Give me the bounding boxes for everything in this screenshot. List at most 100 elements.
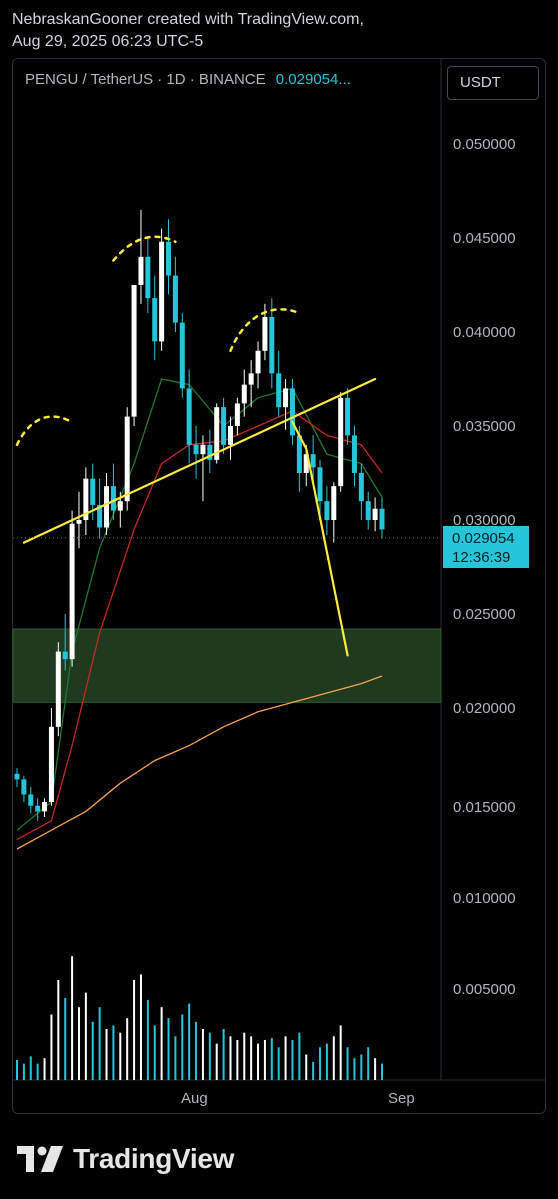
volume-bar xyxy=(325,1043,328,1080)
candle-body xyxy=(48,726,54,802)
candle-body xyxy=(179,322,185,389)
volume-bar xyxy=(112,1025,115,1080)
volume-bar xyxy=(374,1058,377,1080)
candle-body xyxy=(248,373,254,385)
currency-button[interactable]: USDT xyxy=(447,66,539,100)
candle-body xyxy=(138,256,144,285)
volume-bar xyxy=(257,1043,260,1080)
price-axis-tick: 0.040000 xyxy=(453,324,516,341)
neckline-trendline xyxy=(22,377,377,544)
candle-body xyxy=(117,501,123,511)
candle-body xyxy=(221,407,227,445)
demand-zone-box xyxy=(12,628,442,703)
volume-bar xyxy=(201,1029,204,1080)
candle-body xyxy=(55,651,61,727)
volume-bar xyxy=(167,1018,170,1080)
volume-bar xyxy=(360,1054,363,1080)
candle-body xyxy=(255,350,261,374)
price-axis-tick: 0.015000 xyxy=(453,799,516,816)
volume-bar xyxy=(353,1058,356,1080)
volume-bar xyxy=(298,1032,301,1080)
volume-bar xyxy=(236,1039,239,1080)
symbol-legend: PENGU / TetherUS · 1D · BINANCE 0.029054… xyxy=(25,71,351,88)
candle-body xyxy=(186,388,192,445)
candle-body xyxy=(289,388,295,436)
volume-bar xyxy=(346,1047,349,1080)
candle-body xyxy=(90,478,96,505)
volume-bar xyxy=(215,1043,218,1080)
candle-body xyxy=(42,802,48,812)
volume-bar xyxy=(139,974,142,1080)
candle-body xyxy=(262,316,268,351)
volume-bar xyxy=(174,1036,177,1080)
candle-body xyxy=(159,241,165,342)
volume-bar xyxy=(195,1021,198,1080)
volume-bar xyxy=(229,1036,232,1080)
candle-body xyxy=(310,454,316,468)
volume-bar xyxy=(57,979,60,1080)
candle-body xyxy=(166,241,172,276)
volume-bar xyxy=(291,1039,294,1080)
volume-bar xyxy=(208,1032,211,1080)
tradingview-logo[interactable]: TradingView xyxy=(17,1142,234,1176)
candle-body xyxy=(269,316,275,374)
bar-countdown: 12:36:39 xyxy=(452,549,511,566)
candle-body xyxy=(372,508,378,520)
volume-bar xyxy=(84,992,87,1080)
volume-bar xyxy=(36,1063,39,1080)
brand-name: TradingView xyxy=(73,1143,235,1174)
candle-body xyxy=(365,501,371,520)
candle-body xyxy=(110,486,116,511)
volume-bar xyxy=(284,1036,287,1080)
candle-body xyxy=(131,285,137,417)
candle-body xyxy=(276,373,282,408)
candle-body xyxy=(358,473,364,502)
candle-body xyxy=(351,435,357,473)
candle-body xyxy=(331,486,337,520)
candle-body xyxy=(227,426,233,445)
volume-bar xyxy=(243,1032,246,1080)
volume-bar xyxy=(29,1056,32,1080)
volume-bar xyxy=(22,1063,25,1080)
candle-body xyxy=(172,275,178,323)
candle-body xyxy=(193,444,199,455)
volume-bar xyxy=(222,1029,225,1080)
volume-bar xyxy=(250,1036,253,1080)
price-axis-tick: 0.025000 xyxy=(453,606,516,623)
volume-bar xyxy=(133,979,136,1080)
volume-bar xyxy=(381,1063,383,1080)
volume-bar xyxy=(77,1007,80,1080)
volume-bar xyxy=(319,1047,322,1080)
volume-bar xyxy=(270,1038,273,1080)
candle-body xyxy=(338,397,344,487)
volume-bar xyxy=(50,1014,53,1080)
volume-bar xyxy=(91,1021,94,1080)
volume-bar xyxy=(126,1018,129,1080)
candle-body xyxy=(241,384,247,404)
candle-body xyxy=(283,388,289,408)
volume-bar xyxy=(43,1058,46,1080)
last-price-tag: 0.029054 12:36:39 xyxy=(443,526,529,568)
volume-bar xyxy=(146,999,149,1080)
volume-bar xyxy=(16,1059,18,1080)
candle-body xyxy=(35,805,41,812)
price-axis-tick: 0.010000 xyxy=(453,890,516,907)
head-shoulder-arc xyxy=(15,415,74,447)
volume-bar xyxy=(339,1025,342,1080)
legend-last-price: 0.029054... xyxy=(275,71,351,88)
candle-body xyxy=(28,794,34,806)
candle-body xyxy=(345,397,351,436)
volume-bar xyxy=(188,1003,191,1080)
candle-body xyxy=(200,444,206,455)
candle-body xyxy=(379,508,385,530)
last-price-value: 0.029054 xyxy=(452,530,515,547)
volume-bar xyxy=(160,1007,163,1080)
candle-body xyxy=(317,467,323,502)
candle-body xyxy=(324,501,330,520)
candle-body xyxy=(104,486,110,528)
candle-body xyxy=(145,256,151,299)
price-axis-tick: 0.050000 xyxy=(453,136,516,153)
price-chart[interactable] xyxy=(0,0,558,1199)
volume-bar xyxy=(119,1032,122,1080)
time-axis-label-sep: Sep xyxy=(388,1090,415,1107)
